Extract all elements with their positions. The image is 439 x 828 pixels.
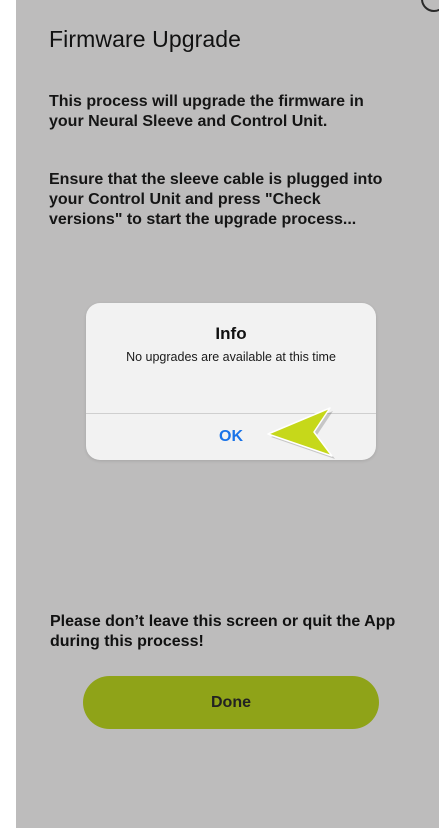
app-screen: Firmware Upgrade This process will upgra… (16, 0, 439, 828)
dialog-title: Info (215, 324, 247, 343)
circle-icon[interactable] (421, 0, 439, 12)
dialog-message: No upgrades are available at this time (126, 350, 336, 364)
done-button[interactable]: Done (83, 676, 379, 729)
warning-text: Please don’t leave this screen or quit t… (50, 613, 396, 650)
pointer-arrow-icon (267, 407, 335, 459)
intro-text: This process will upgrade the firmware i… (49, 93, 364, 130)
page-title: Firmware Upgrade (49, 26, 242, 52)
instructions-text: Ensure that the sleeve cable is plugged … (49, 171, 383, 228)
